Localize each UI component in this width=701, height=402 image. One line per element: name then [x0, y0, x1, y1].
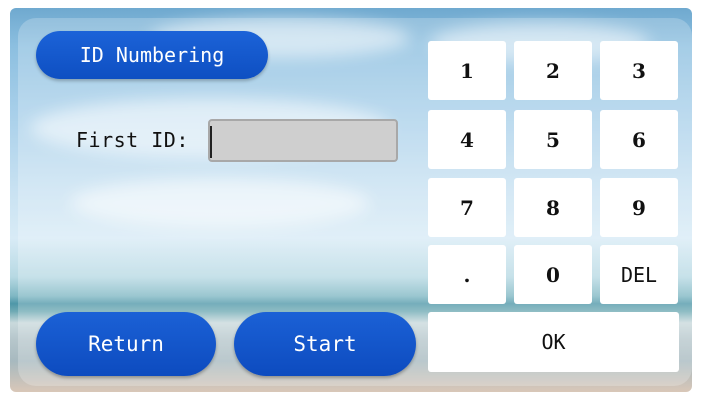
key-9[interactable]: 9: [600, 178, 678, 237]
return-button[interactable]: Return: [36, 312, 216, 376]
first-id-label: First ID:: [76, 128, 189, 152]
key-0[interactable]: 0: [514, 245, 592, 304]
ok-button[interactable]: OK: [428, 312, 679, 372]
key-1[interactable]: 1: [428, 41, 506, 100]
delete-key[interactable]: DEL: [600, 245, 678, 304]
first-id-input[interactable]: [208, 119, 398, 162]
key-7[interactable]: 7: [428, 178, 506, 237]
page-title: ID Numbering: [36, 31, 268, 79]
key-8[interactable]: 8: [514, 178, 592, 237]
key-3[interactable]: 3: [600, 41, 678, 100]
key-5[interactable]: 5: [514, 110, 592, 169]
key-decimal[interactable]: .: [428, 245, 506, 304]
key-6[interactable]: 6: [600, 110, 678, 169]
start-button[interactable]: Start: [234, 312, 416, 376]
text-cursor: [210, 126, 212, 158]
key-4[interactable]: 4: [428, 110, 506, 169]
key-2[interactable]: 2: [514, 41, 592, 100]
